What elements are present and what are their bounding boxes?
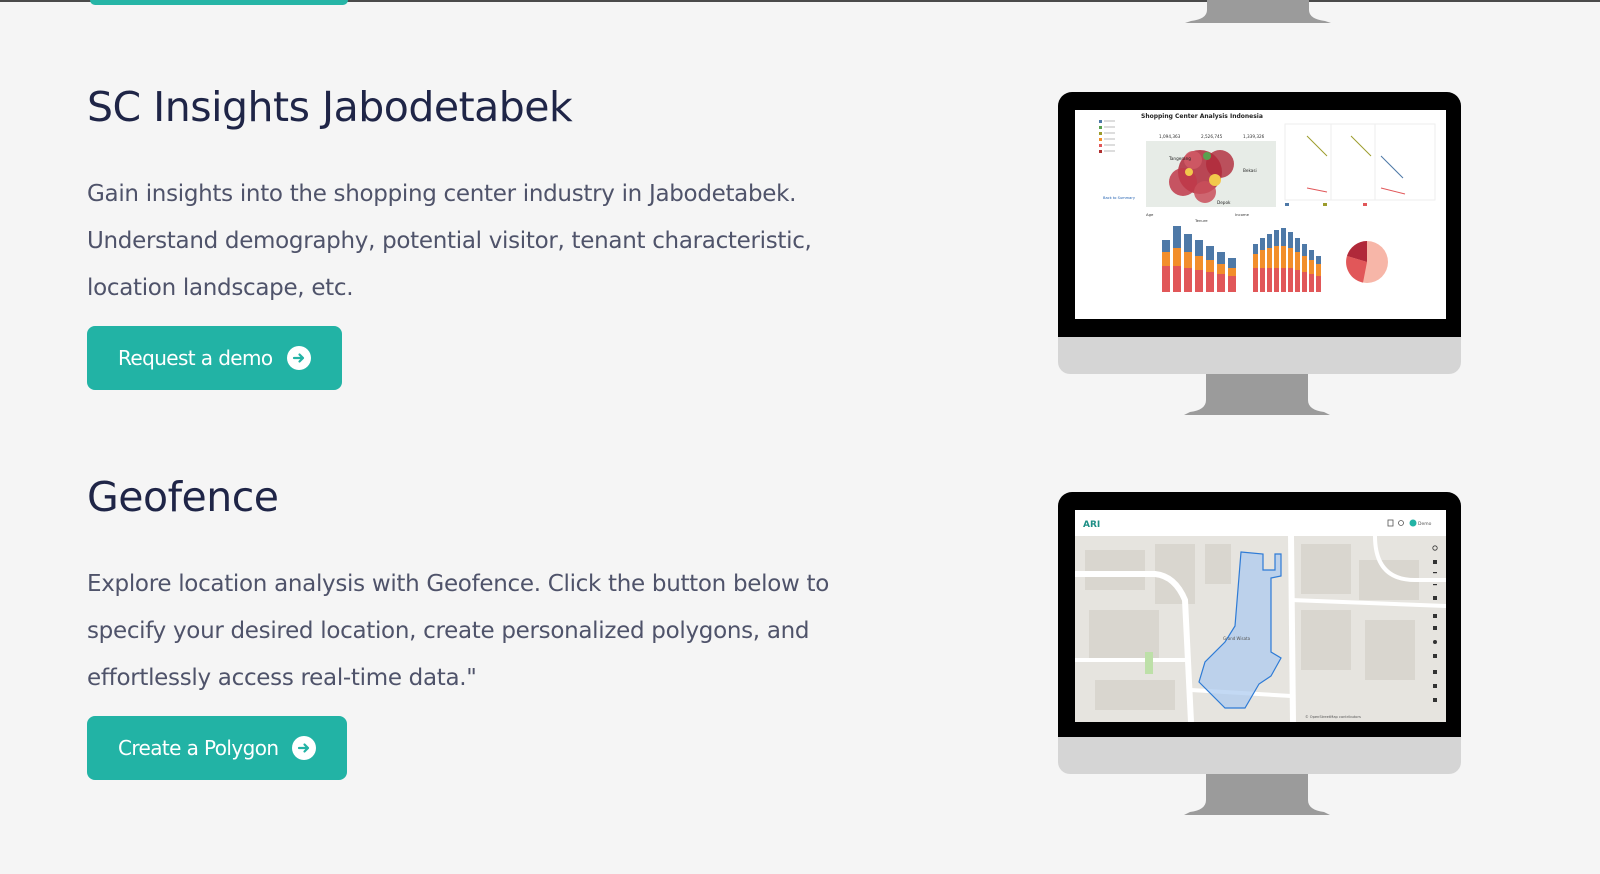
map-label: Tangerang <box>1168 156 1191 161</box>
geofence-screenshot: ARI Demo Grand Wisata © OpenStreetMap co… <box>1075 510 1446 722</box>
dashboard-screenshot: Shopping Center Analysis Indonesia 1,094… <box>1075 110 1446 319</box>
map-attribution: © OpenStreetMap contributors <box>1305 715 1361 719</box>
request-demo-button[interactable]: Request a demo <box>87 326 342 390</box>
chart-title: Age <box>1146 212 1154 217</box>
kpi-value: 2,526,745 <box>1201 134 1223 139</box>
arrow-right-circle-icon <box>286 346 311 370</box>
pie-chart <box>1346 241 1388 283</box>
feature-title: SC Insights Jabodetabek <box>87 83 573 131</box>
monitor-chin <box>1058 337 1461 374</box>
feature-description: Explore location analysis with Geofence.… <box>87 571 829 691</box>
monitor-geofence-preview: ARI Demo Grand Wisata © OpenStreetMap co… <box>1058 492 1461 815</box>
previous-monitor-stand <box>1185 0 1331 23</box>
monitor-stand <box>1184 374 1330 415</box>
monitor-bezel: Shopping Center Analysis Indonesia 1,094… <box>1058 92 1461 337</box>
map-place-label: Grand Wisata <box>1223 636 1251 641</box>
feature-sc-insights: SC Insights Jabodetabek Gain insights in… <box>87 83 847 390</box>
map-label: Bekasi <box>1243 168 1257 173</box>
back-to-summary-link: Back to Summary <box>1103 196 1136 200</box>
previous-button-edge <box>90 0 348 5</box>
chart-title: Income <box>1235 212 1250 217</box>
feature-geofence: Geofence Explore location analysis with … <box>87 473 847 780</box>
monitor-bezel: ARI Demo Grand Wisata © OpenStreetMap co… <box>1058 492 1461 737</box>
user-label: Demo <box>1418 521 1432 527</box>
park-area <box>1145 652 1153 674</box>
monitor-stand <box>1184 774 1330 815</box>
feature-description: Gain insights into the shopping center i… <box>87 181 812 301</box>
kpi-value: 1,339,326 <box>1243 134 1265 139</box>
chart-title: Tenure <box>1194 218 1208 223</box>
button-label: Create a Polygon <box>118 736 279 760</box>
map-label: Depok <box>1217 200 1231 205</box>
arrow-right-circle-icon <box>292 736 317 760</box>
monitor-chin <box>1058 737 1461 774</box>
feature-title: Geofence <box>87 473 279 521</box>
app-logo: ARI <box>1083 520 1100 530</box>
kpi-value: 1,094,363 <box>1159 134 1181 139</box>
monitor-dashboard-preview: Shopping Center Analysis Indonesia 1,094… <box>1058 92 1461 415</box>
create-polygon-button[interactable]: Create a Polygon <box>87 716 348 780</box>
button-label: Request a demo <box>118 346 273 370</box>
dashboard-title: Shopping Center Analysis Indonesia <box>1141 113 1263 120</box>
